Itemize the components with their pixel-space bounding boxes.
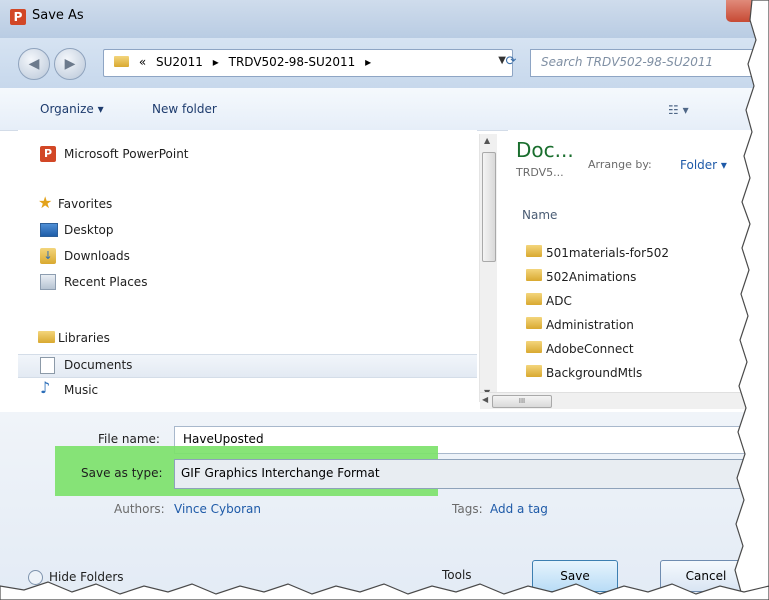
arrange-by-dropdown[interactable]: Folder ▾ <box>680 158 727 172</box>
nav-item-label: Desktop <box>64 223 114 237</box>
folder-icon <box>526 341 542 353</box>
scroll-up-icon[interactable]: ▲ <box>484 136 490 145</box>
folder-icon <box>526 365 542 377</box>
nav-item-label: Music <box>64 383 99 397</box>
hide-folders-label: Hide Folders <box>49 570 124 584</box>
file-name: AdobeConnect <box>546 342 634 356</box>
file-name: BackgroundMtls <box>546 366 643 380</box>
address-bar[interactable]: « SU2011 ▸ TRDV502-98-SU2011 ▸ ▼ <box>103 49 513 77</box>
folder-icon <box>526 293 542 305</box>
nav-item-label: Favorites <box>58 197 113 211</box>
title-bar: P Save As <box>0 0 769 38</box>
nav-item-libraries[interactable]: Libraries <box>18 328 477 350</box>
nav-item-microsoft-powerpoint[interactable]: P Microsoft PowerPoint <box>18 144 477 166</box>
library-subtitle: TRDV5... <box>516 166 564 179</box>
tools-dropdown[interactable]: Tools <box>442 568 472 582</box>
tags-label: Tags: <box>452 502 483 516</box>
nav-item-music[interactable]: ♪ Music <box>18 380 477 402</box>
forward-button[interactable]: ▶ <box>54 48 86 80</box>
navigation-pane: P Microsoft PowerPoint ★ Favorites Deskt… <box>18 130 477 398</box>
file-list-pane: Doc... TRDV5... Arrange by: Folder ▾ Nam… <box>508 130 769 402</box>
command-toolbar: Organize ▾ New folder ☷ ▾ ? <box>0 88 769 131</box>
desktop-icon <box>40 223 58 237</box>
breadcrumb: « SU2011 ▸ TRDV502-98-SU2011 ▸ <box>114 55 377 69</box>
list-item[interactable]: 501materials-for502 <box>526 244 669 266</box>
nav-item-recent-places[interactable]: Recent Places <box>18 272 477 294</box>
search-placeholder: Search TRDV502-98-SU2011 <box>541 55 714 69</box>
nav-item-documents[interactable]: Documents <box>18 354 477 378</box>
recent-places-icon <box>40 274 56 290</box>
file-list-horizontal-scrollbar[interactable]: ◀ III <box>480 392 769 409</box>
help-icon[interactable]: ? <box>752 101 769 118</box>
save-button[interactable]: Save <box>532 560 618 592</box>
breadcrumb-separator-icon[interactable]: ▸ <box>213 55 219 69</box>
nav-item-favorites[interactable]: ★ Favorites <box>18 194 477 216</box>
breadcrumb-trdv502[interactable]: TRDV502-98-SU2011 <box>229 55 356 69</box>
file-name: ADC <box>546 294 572 308</box>
nav-item-label: Recent Places <box>64 275 148 289</box>
close-button[interactable] <box>726 0 769 22</box>
star-icon: ★ <box>38 193 53 212</box>
new-folder-button[interactable]: New folder <box>152 102 217 116</box>
file-name-value: HaveUposted <box>183 432 264 446</box>
nav-item-downloads[interactable]: ↓ Downloads <box>18 246 477 268</box>
nav-item-label: Microsoft PowerPoint <box>64 147 189 161</box>
window-title: Save As <box>32 8 84 23</box>
breadcrumb-separator-icon[interactable]: ▸ <box>365 55 371 69</box>
file-name: Administration <box>546 318 634 332</box>
nav-item-label: Downloads <box>64 249 130 263</box>
save-as-type-label: Save as type: <box>81 466 163 480</box>
search-input[interactable]: Search TRDV502-98-SU2011 <box>530 49 769 77</box>
folder-icon <box>114 56 129 67</box>
file-name: 502Animations <box>546 270 637 284</box>
authors-label: Authors: <box>114 502 165 516</box>
file-name-label: File name: <box>98 432 160 446</box>
address-row: ◀ ▶ « SU2011 ▸ TRDV502-98-SU2011 ▸ ▼ ⟳ S… <box>0 38 769 88</box>
list-item[interactable]: 502Animations <box>526 268 636 290</box>
libraries-icon <box>38 331 55 343</box>
refresh-icon[interactable]: ⟳ <box>500 52 522 72</box>
tags-field[interactable]: Add a tag <box>490 502 548 516</box>
collapse-icon <box>28 570 43 585</box>
back-button[interactable]: ◀ <box>18 48 50 80</box>
scroll-thumb[interactable] <box>482 152 496 262</box>
hide-folders-button[interactable]: Hide Folders <box>28 570 124 585</box>
powerpoint-app-icon: P <box>10 9 26 25</box>
folder-icon <box>526 245 542 257</box>
nav-buttons: ◀ ▶ <box>18 48 92 80</box>
list-item[interactable]: BackgroundMtls <box>526 364 642 386</box>
folder-icon <box>526 317 542 329</box>
powerpoint-icon: P <box>40 146 56 162</box>
authors-value[interactable]: Vince Cyboran <box>174 502 261 516</box>
forward-arrow-icon: ▶ <box>64 56 76 72</box>
folder-icon <box>526 269 542 281</box>
save-as-type-select[interactable]: GIF Graphics Interchange Format <box>174 459 769 489</box>
scroll-left-icon[interactable]: ◀ <box>482 395 488 404</box>
list-item[interactable]: ADC <box>526 292 572 314</box>
breadcrumb-su2011[interactable]: SU2011 <box>156 55 203 69</box>
file-name: 501materials-for502 <box>546 246 669 260</box>
nav-item-label: Documents <box>64 358 133 372</box>
cancel-button[interactable]: Cancel <box>660 560 752 592</box>
back-arrow-icon: ◀ <box>28 56 40 72</box>
music-icon: ♪ <box>40 378 51 397</box>
name-column-header[interactable]: Name <box>522 208 557 222</box>
library-title: Doc... <box>516 138 574 162</box>
organize-button[interactable]: Organize ▾ <box>40 102 104 116</box>
arrange-by-label: Arrange by: <box>588 158 652 171</box>
view-options-icon[interactable]: ☷ ▾ <box>668 103 689 117</box>
list-item[interactable]: AdobeConnect <box>526 340 634 362</box>
downloads-icon: ↓ <box>40 248 56 264</box>
breadcrumb-overflow[interactable]: « <box>139 55 146 69</box>
nav-item-label: Libraries <box>58 331 110 345</box>
documents-icon <box>40 357 55 374</box>
save-as-dialog: P Save As ◀ ▶ « SU2011 ▸ TRDV502-98-SU20… <box>0 0 769 600</box>
list-item[interactable]: Administration <box>526 316 634 338</box>
navigation-scrollbar[interactable]: ▲ ▼ <box>479 134 497 402</box>
scroll-thumb[interactable]: III <box>492 395 552 408</box>
nav-item-desktop[interactable]: Desktop <box>18 220 477 242</box>
save-as-type-value: GIF Graphics Interchange Format <box>181 466 380 480</box>
